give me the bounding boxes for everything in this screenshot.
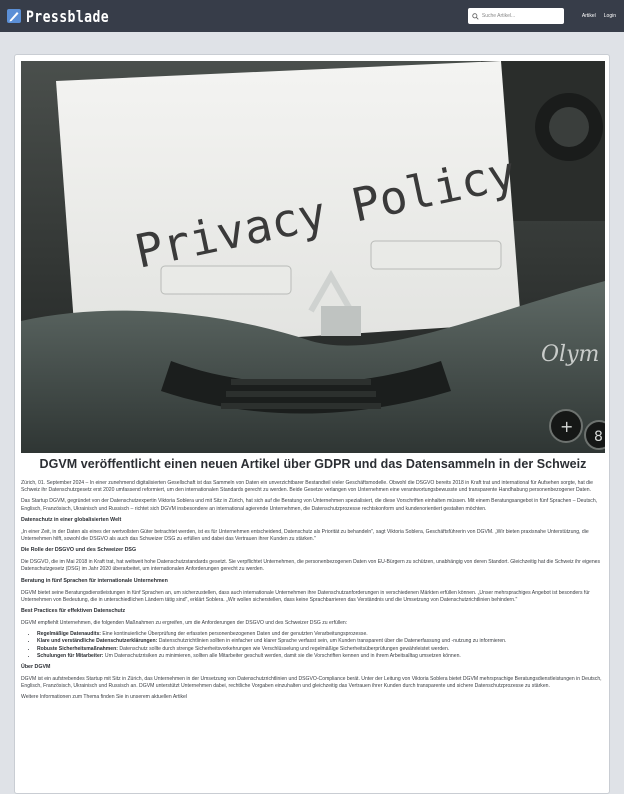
list-item: Klare und verständliche Datenschutzerklä… — [37, 638, 605, 645]
typewriter-brand: Olym — [541, 342, 599, 367]
list-item: Robuste Sicherheitsmaßnahmen: Datenschut… — [37, 646, 605, 653]
paragraph: DGVM bietet seine Beratungsdienstleistun… — [21, 589, 590, 603]
paragraph: DGVM ist ein aufstrebendes Startup mit S… — [21, 676, 602, 690]
article-card: Privacy Policy Olym + 8 DGVM veröffentli… — [14, 54, 610, 794]
section-heading: Best Practices für effektiven Datenschut… — [21, 608, 126, 615]
brand-name: Pressblade — [26, 6, 110, 26]
nav-link-login[interactable]: Login — [604, 13, 616, 19]
top-navbar: Pressblade Artikel Login — [0, 0, 624, 32]
article-title: DGVM veröffentlicht einen neuen Artikel … — [39, 457, 587, 471]
search-box[interactable] — [467, 8, 564, 24]
paragraph-intro-2: Das Startup DGVM, gegründet von der Date… — [21, 498, 598, 512]
section-heading: Beratung in fünf Sprachen für internatio… — [21, 577, 168, 584]
paragraph: Die DSGVO, die im Mai 2018 in Kraft trat… — [21, 559, 601, 573]
search-input[interactable] — [481, 13, 556, 19]
paragraph: Weitere Informationen zum Thema finden S… — [21, 694, 188, 701]
best-practices-list: Regelmäßige Datenaudits: Eine kontinuier… — [21, 631, 605, 660]
paragraph-intro: Zürich, 01. September 2024 – In einer zu… — [21, 480, 593, 494]
pen-logo-icon — [7, 9, 21, 23]
nav-link-artikel[interactable]: Artikel — [582, 13, 596, 19]
section-heading: Datenschutz in einer globalisierten Welt — [21, 516, 122, 523]
key-eight: 8 — [594, 429, 603, 445]
section-heading: Die Rolle der DSGVO und des Schweizer DS… — [21, 547, 137, 554]
hero-image: Privacy Policy Olym + 8 — [21, 61, 605, 453]
list-item: Regelmäßige Datenaudits: Eine kontinuier… — [37, 631, 605, 638]
paragraph: DGVM empfiehlt Unternehmen, die folgende… — [21, 620, 348, 627]
search-icon — [472, 12, 479, 20]
article-content: DGVM veröffentlicht einen neuen Artikel … — [21, 457, 605, 706]
paragraph: „In einer Zeit, in der Daten als eines d… — [21, 528, 589, 543]
brand-home-link[interactable]: Pressblade — [6, 7, 127, 26]
list-item: Schulungen für Mitarbeiter: Um Datenschu… — [37, 653, 605, 660]
key-plus: + — [560, 417, 573, 436]
typewriter-photo-icon: Privacy Policy Olym + 8 — [21, 61, 605, 453]
section-heading: Über DGVM — [21, 664, 51, 671]
